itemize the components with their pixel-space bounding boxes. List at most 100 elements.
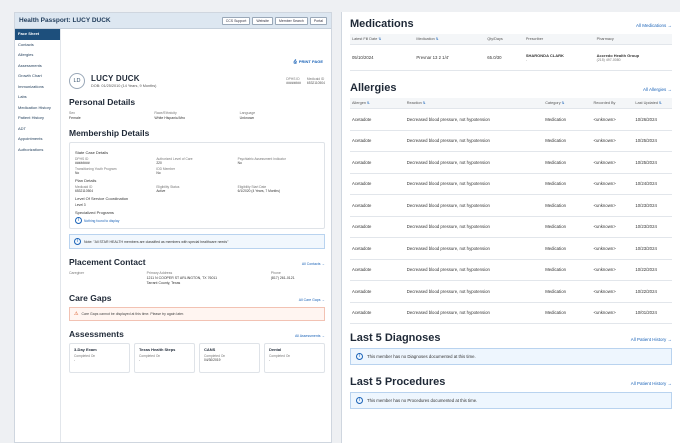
field-value: White Hispanic/Afro bbox=[154, 116, 186, 120]
nav-face-sheet[interactable]: Face Sheet bbox=[15, 29, 60, 40]
col-header[interactable]: Reaction bbox=[407, 101, 422, 105]
sort-icon[interactable]: ⇅ bbox=[423, 101, 426, 105]
nav-patient-history[interactable]: Patient History bbox=[15, 113, 60, 124]
col-header[interactable]: Allergen bbox=[352, 101, 366, 105]
print-page-button[interactable]: ⎙ PRINT PAGE bbox=[294, 59, 323, 64]
placement-contact: Caregiver Primary Address 1211 N COOPER S… bbox=[69, 271, 325, 285]
col-header[interactable]: Category bbox=[545, 101, 560, 105]
table-row[interactable]: Acetadote Decreased blood pressure, not h… bbox=[350, 130, 672, 152]
table-row[interactable]: Acetadote Decreased blood pressure, not h… bbox=[350, 173, 672, 195]
all-patient-history-link-2[interactable]: All Patient History → bbox=[631, 381, 672, 386]
patient-dob: DOB: 01/25/2010 (14 Years, 9 Months) bbox=[91, 84, 157, 88]
recorded-by: <unknown> bbox=[591, 259, 634, 281]
info-icon: i bbox=[356, 353, 363, 360]
all-assessments-link[interactable]: All Assessments → bbox=[295, 334, 325, 338]
website-button[interactable]: Website bbox=[252, 16, 273, 25]
table-row[interactable]: Acetadote Decreased blood pressure, not h… bbox=[350, 302, 672, 324]
id-value: 6532110504 bbox=[306, 81, 325, 85]
reaction: Decreased blood pressure, not hypotensio… bbox=[404, 130, 544, 152]
table-row[interactable]: 05/10/2024 Prevnar 13 2 1/4' 65.0/30 SHA… bbox=[350, 44, 672, 71]
all-patient-history-link[interactable]: All Patient History → bbox=[631, 337, 672, 342]
last-updated: 10/23/2024 bbox=[633, 237, 672, 260]
sort-icon[interactable]: ⇅ bbox=[378, 37, 381, 41]
allergen: Acetadote bbox=[350, 130, 405, 152]
table-row[interactable]: Acetadote Decreased blood pressure, not h… bbox=[350, 280, 672, 303]
portal-button[interactable]: Portal bbox=[309, 16, 327, 25]
all-allergies-link[interactable]: All Allergies → bbox=[643, 87, 672, 92]
sort-icon[interactable]: ⇅ bbox=[367, 101, 370, 105]
id-value: ######## bbox=[286, 81, 301, 85]
recorded-by: <unknown> bbox=[591, 194, 634, 217]
side-nav: Face Sheet Contacts Allergies Assessment… bbox=[15, 29, 61, 442]
assessment-card[interactable]: CANS Completed On 04/30/2019 bbox=[199, 343, 260, 373]
assessment-card[interactable]: Dental Completed On - bbox=[264, 343, 325, 373]
nav-authorizations[interactable]: Authorizations bbox=[15, 145, 60, 156]
sort-icon[interactable]: ⇅ bbox=[436, 37, 439, 41]
nav-contacts[interactable]: Contacts bbox=[15, 40, 60, 51]
recorded-by: <unknown> bbox=[591, 216, 634, 238]
nav-immunizations[interactable]: Immunizations bbox=[15, 82, 60, 93]
assessment-cards: 3-Day Exam Completed On - Texas Health Ste… bbox=[69, 343, 325, 373]
nav-adt[interactable]: ADT bbox=[15, 124, 60, 135]
col-header: Recorded By bbox=[593, 101, 616, 105]
assessment-card[interactable]: 3-Day Exam Completed On - bbox=[69, 343, 130, 373]
nav-assessments[interactable]: Assessments bbox=[15, 61, 60, 72]
col-header[interactable]: Medication bbox=[416, 37, 434, 41]
all-contacts-link[interactable]: All Contacts → bbox=[302, 262, 325, 266]
plan-details-title: Plan Details bbox=[75, 178, 97, 183]
table-row[interactable]: Acetadote Decreased blood pressure, not h… bbox=[350, 108, 672, 131]
recorded-by: <unknown> bbox=[591, 173, 634, 195]
allergen: Acetadote bbox=[350, 237, 405, 260]
field-label: Race/Ethnicity bbox=[154, 111, 177, 115]
nav-growth-chart[interactable]: Growth Chart bbox=[15, 71, 60, 82]
assessment-name: CANS bbox=[204, 347, 216, 352]
sort-icon[interactable]: ⇅ bbox=[562, 101, 565, 105]
reaction: Decreased blood pressure, not hypotensio… bbox=[404, 237, 544, 260]
nav-labs[interactable]: Labs bbox=[15, 92, 60, 103]
allergies-title: Allergies bbox=[350, 82, 397, 94]
table-row[interactable]: Acetadote Decreased blood pressure, not h… bbox=[350, 259, 672, 281]
sort-icon[interactable]: ⇅ bbox=[659, 101, 662, 105]
recorded-by: <unknown> bbox=[591, 130, 634, 152]
ccs-support-button[interactable]: CCS Support bbox=[221, 16, 251, 25]
info-icon: i bbox=[75, 217, 82, 224]
table-row[interactable]: Acetadote Decreased blood pressure, not h… bbox=[350, 194, 672, 217]
col-header[interactable]: Last Updated bbox=[635, 101, 658, 105]
nav-appointments[interactable]: Appointments bbox=[15, 134, 60, 145]
assessment-name: Texas Health Steps bbox=[139, 347, 176, 352]
all-care-gaps-link[interactable]: All Care Gaps → bbox=[299, 298, 325, 302]
col-header[interactable]: Latest Fill Date bbox=[352, 37, 377, 41]
allergen: Acetadote bbox=[350, 259, 405, 281]
face-sheet-content: ⎙ PRINT PAGE LD LUCY DUCK DOB: 01/25/201… bbox=[61, 29, 331, 442]
category: Medication bbox=[543, 302, 592, 324]
los-title: Level Of Service Coordination bbox=[75, 196, 129, 201]
table-row[interactable]: Acetadote Decreased blood pressure, not h… bbox=[350, 216, 672, 238]
nav-allergies[interactable]: Allergies bbox=[15, 50, 60, 61]
all-medications-link[interactable]: All Medications → bbox=[636, 23, 672, 28]
table-row[interactable]: Acetadote Decreased blood pressure, not h… bbox=[350, 151, 672, 174]
care-gaps-warning: ⚠ Care Gaps cannot be displayed at this … bbox=[69, 307, 325, 321]
nav-medication-history[interactable]: Medication History bbox=[15, 103, 60, 114]
last-updated: 10/01/2024 bbox=[633, 302, 672, 324]
medications-title: Medications bbox=[350, 18, 414, 30]
allergen: Acetadote bbox=[350, 302, 405, 324]
assessment-card[interactable]: Texas Health Steps Completed On - bbox=[134, 343, 195, 373]
category: Medication bbox=[543, 237, 592, 260]
member-search-button[interactable]: Member Search bbox=[274, 16, 308, 25]
specialized-programs-value: Nothing found to display bbox=[84, 218, 120, 223]
category: Medication bbox=[543, 173, 592, 195]
reaction: Decreased blood pressure, not hypotensio… bbox=[404, 259, 544, 281]
category: Medication bbox=[543, 259, 592, 281]
allergen: Acetadote bbox=[350, 280, 405, 303]
assessment-name: Dental bbox=[269, 347, 282, 352]
table-row[interactable]: Acetadote Decreased blood pressure, not h… bbox=[350, 237, 672, 260]
health-passport-window: Health Passport: LUCY DUCK CCS Support W… bbox=[14, 12, 332, 443]
field-value: Unknown bbox=[239, 116, 255, 120]
avatar: LD bbox=[69, 73, 85, 89]
procedures-title: Last 5 Procedures bbox=[350, 376, 446, 388]
field-value: ######## bbox=[75, 161, 90, 165]
reaction: Decreased blood pressure, not hypotensio… bbox=[404, 151, 544, 174]
patient-ids: DPHS ID ######## Medicaid ID 6532110504 bbox=[286, 77, 325, 85]
field-label: Language bbox=[239, 111, 256, 115]
assessment-value: - bbox=[269, 358, 271, 362]
